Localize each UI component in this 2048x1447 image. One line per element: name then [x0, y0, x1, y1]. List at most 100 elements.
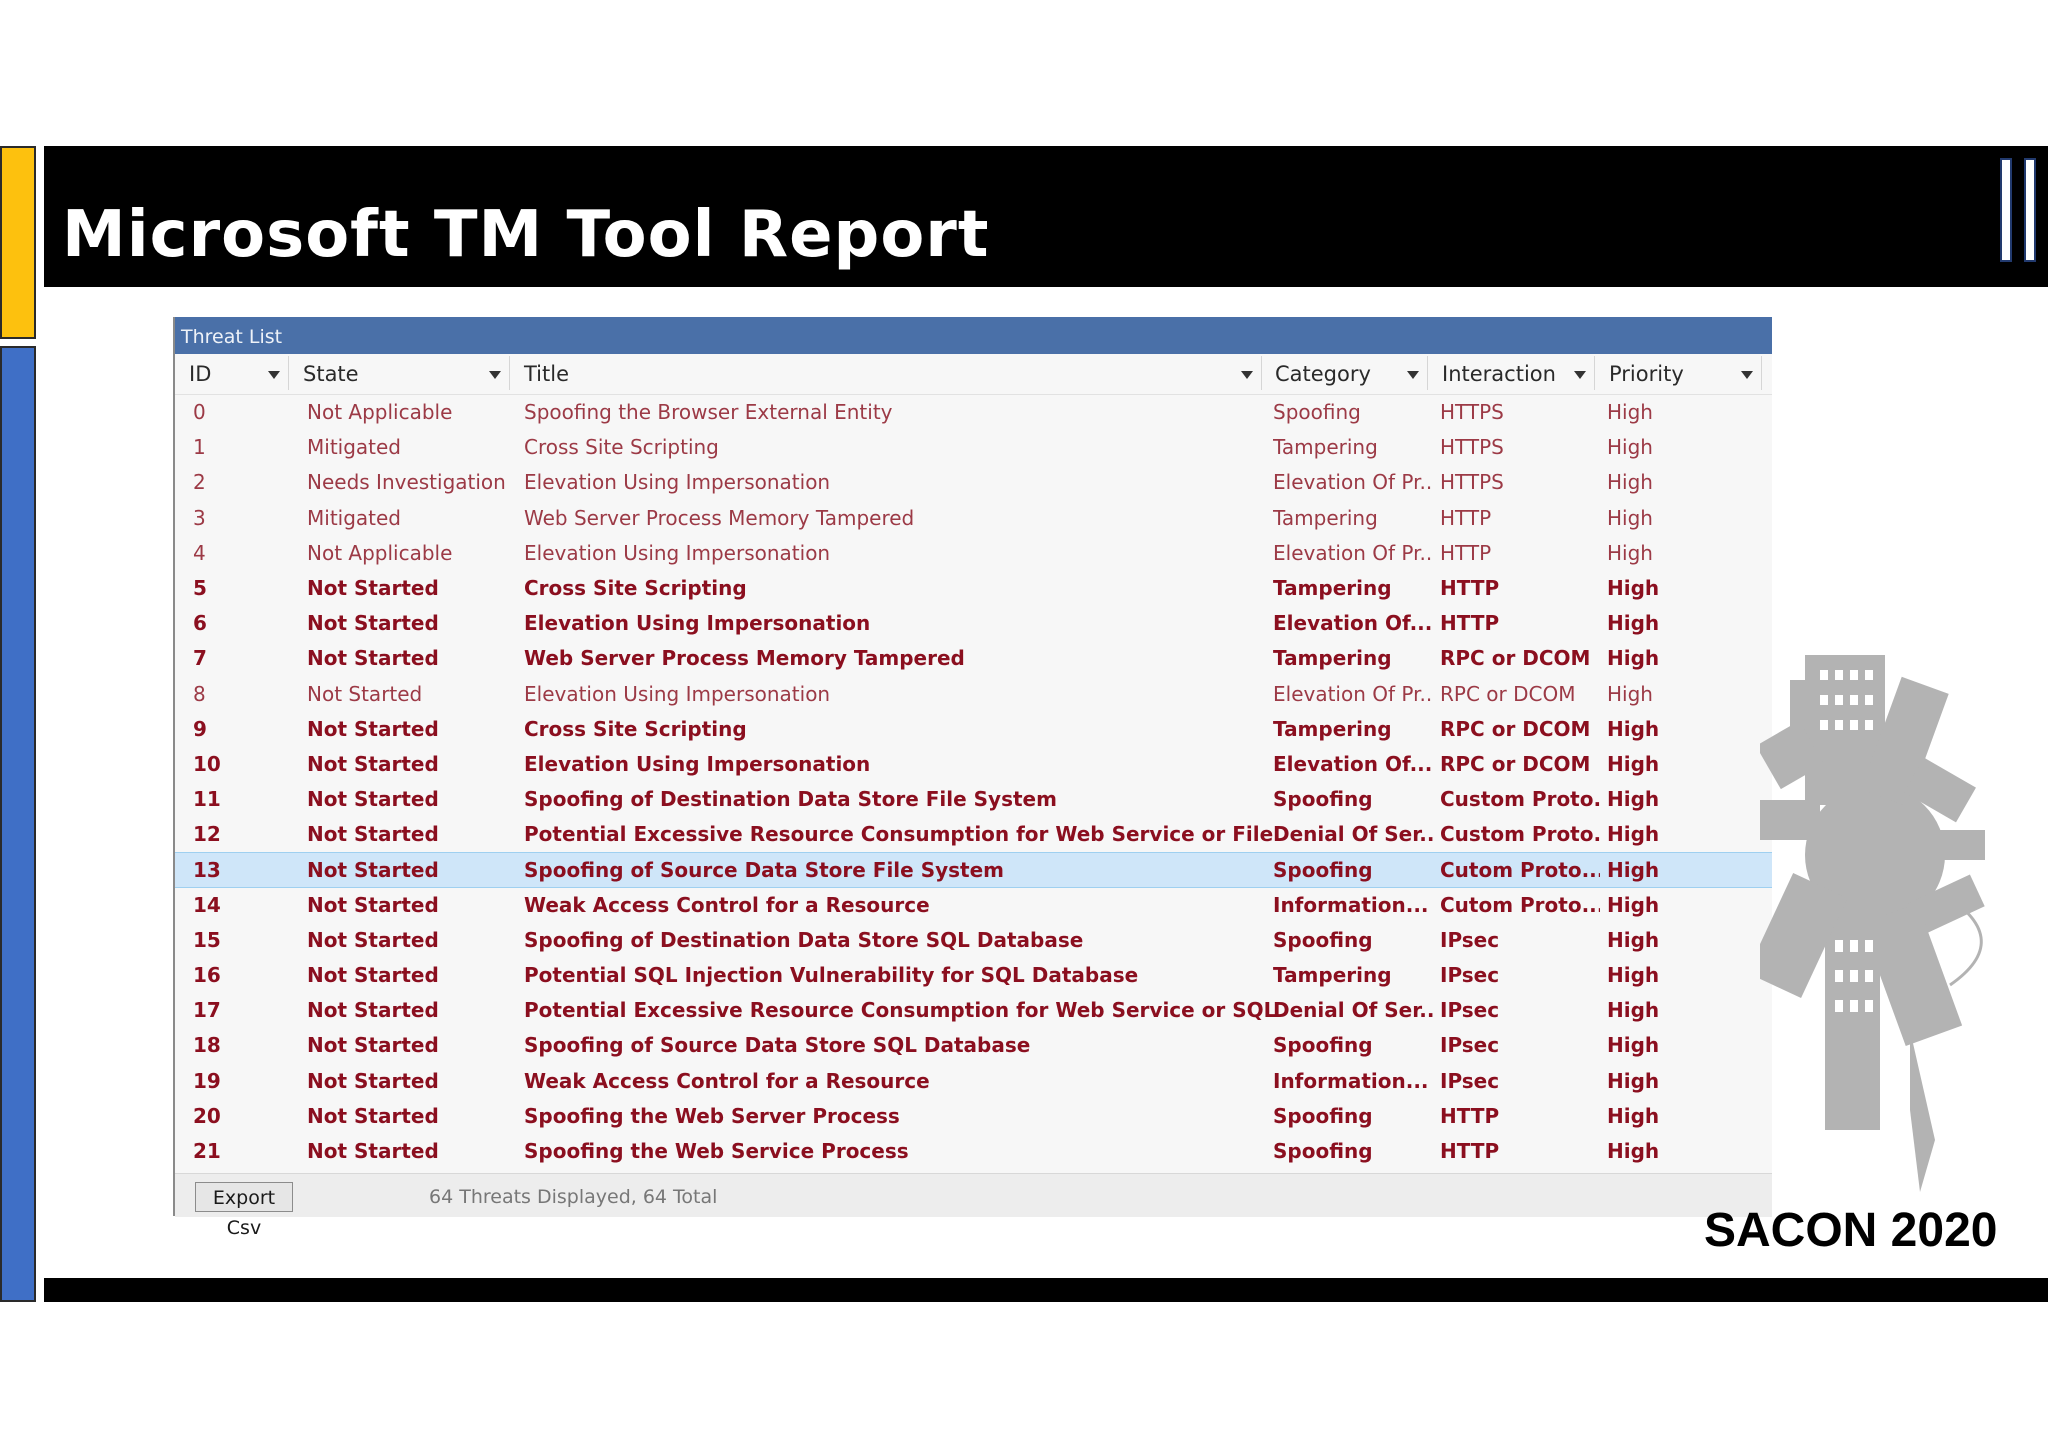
table-row[interactable]: 16 Not Started Potential SQL Injection Vul…: [175, 958, 1772, 993]
bottom-bar: [44, 1278, 2048, 1302]
row-id: 2: [193, 470, 206, 495]
row-title: Cross Site Scripting: [524, 435, 719, 460]
row-title: Weak Access Control for a Resource: [524, 892, 930, 917]
row-title: Spoofing of Destination Data Store SQL D…: [524, 927, 1084, 952]
row-id: 15: [193, 927, 221, 952]
table-row[interactable]: 5 Not Started Cross Site Scripting Tamperin…: [175, 571, 1772, 606]
row-id: 1: [193, 435, 206, 460]
table-row[interactable]: 1 Mitigated Cross Site Scripting Tampering H…: [175, 430, 1772, 465]
table-row[interactable]: 9 Not Started Cross Site Scripting Tamperin…: [175, 712, 1772, 747]
row-interaction: IPsec: [1440, 998, 1500, 1023]
row-id: 20: [193, 1103, 221, 1128]
row-interaction: HTTP: [1440, 575, 1500, 600]
table-row[interactable]: 15 Not Started Spoofing of Destination Dat…: [175, 923, 1772, 958]
row-id: 14: [193, 892, 221, 917]
row-priority: High: [1607, 716, 1660, 741]
row-category: Elevation Of...: [1273, 611, 1433, 636]
status-bar: Export Csv 64 Threats Displayed, 64 Tota…: [175, 1173, 1772, 1239]
row-priority: High: [1607, 858, 1660, 883]
table-row[interactable]: 4 Not Applicable Elevation Using Impersona…: [175, 536, 1772, 571]
row-title: Elevation Using Impersonation: [524, 681, 831, 706]
row-title: Elevation Using Impersonation: [524, 751, 871, 776]
row-id: 4: [193, 540, 206, 565]
row-category: Elevation Of Pr...: [1273, 681, 1433, 706]
table-row[interactable]: 7 Not Started Web Server Process Memory Ta…: [175, 641, 1772, 676]
slide-title: Microsoft TM Tool Report: [62, 198, 990, 272]
export-csv-button[interactable]: Export Csv: [195, 1182, 293, 1239]
row-priority: High: [1607, 435, 1653, 460]
dropdown-icon[interactable]: [1407, 371, 1419, 379]
table-row[interactable]: 8 Not Started Elevation Using Impersonatio…: [175, 677, 1772, 712]
row-state: Not Started: [307, 892, 439, 917]
table-row[interactable]: 11 Not Started Spoofing of Destination Dat…: [175, 782, 1772, 817]
row-category: Tampering: [1273, 716, 1392, 741]
row-state: Not Started: [307, 646, 439, 671]
window-title: Threat List: [175, 317, 1772, 354]
row-title: Elevation Using Impersonation: [524, 611, 871, 636]
table-row[interactable]: 20 Not Started Spoofing the Web Server Pro…: [175, 1099, 1772, 1134]
row-state: Not Started: [307, 575, 439, 600]
table-row[interactable]: 21 Not Started Spoofing the Web Service Pr…: [175, 1134, 1772, 1169]
table-row[interactable]: 3 Mitigated Web Server Process Memory Tamp…: [175, 501, 1772, 536]
row-id: 10: [193, 751, 221, 776]
dropdown-icon[interactable]: [489, 371, 501, 379]
table-row[interactable]: 6 Not Started Elevation Using Impersonatio…: [175, 606, 1772, 641]
column-header-interaction[interactable]: Interaction: [1432, 356, 1595, 390]
column-header-title[interactable]: Title: [514, 356, 1262, 390]
row-category: Elevation Of Pr...: [1273, 540, 1433, 565]
table-row[interactable]: 13 Not Started Spoofing of Source Data Sto…: [175, 852, 1772, 888]
table-row[interactable]: 0 Not Applicable Spoofing the Browser Exte…: [175, 395, 1772, 430]
row-priority: High: [1607, 1033, 1660, 1058]
column-header-state[interactable]: State: [293, 356, 510, 390]
row-priority: High: [1607, 681, 1653, 706]
row-interaction: Custom Proto...: [1440, 822, 1600, 847]
row-interaction: HTTP: [1440, 1103, 1500, 1128]
row-id: 13: [193, 858, 221, 883]
row-interaction: HTTP: [1440, 611, 1500, 636]
row-id: 11: [193, 787, 221, 812]
row-priority: High: [1607, 575, 1660, 600]
row-state: Not Started: [307, 716, 439, 741]
table-row[interactable]: 18 Not Started Spoofing of Source Data Sto…: [175, 1028, 1772, 1063]
dropdown-icon[interactable]: [1741, 371, 1753, 379]
row-title: Potential SQL Injection Vulnerability fo…: [524, 963, 1139, 987]
row-priority: High: [1607, 1138, 1660, 1163]
column-header-category[interactable]: Category: [1265, 356, 1428, 390]
row-state: Not Started: [307, 963, 439, 987]
row-priority: High: [1607, 751, 1660, 776]
row-priority: High: [1607, 927, 1660, 952]
dropdown-icon[interactable]: [268, 371, 280, 379]
table-row[interactable]: 10 Not Started Elevation Using Impersonati…: [175, 747, 1772, 782]
row-category: Spoofing: [1273, 1033, 1373, 1058]
dropdown-icon[interactable]: [1574, 371, 1586, 379]
row-category: Denial Of Ser...: [1273, 822, 1433, 847]
row-title: Spoofing the Web Service Process: [524, 1138, 909, 1163]
row-interaction: RPC or DCOM: [1440, 751, 1591, 776]
row-id: 19: [193, 1068, 221, 1093]
row-interaction: HTTP: [1440, 1138, 1500, 1163]
row-priority: High: [1607, 611, 1660, 636]
row-state: Not Started: [307, 751, 439, 776]
row-id: 3: [193, 505, 206, 530]
row-state: Not Applicable: [307, 400, 453, 424]
row-priority: High: [1607, 787, 1660, 812]
row-state: Not Started: [307, 1033, 439, 1058]
row-id: 0: [193, 400, 206, 424]
table-row[interactable]: 2 Needs Investigation Elevation Using Impe…: [175, 465, 1772, 500]
table-row[interactable]: 19 Not Started Weak Access Control for a R…: [175, 1064, 1772, 1099]
row-id: 17: [193, 998, 221, 1023]
row-interaction: HTTPS: [1440, 435, 1504, 460]
dropdown-icon[interactable]: [1241, 371, 1253, 379]
row-interaction: RPC or DCOM: [1440, 716, 1591, 741]
row-category: Tampering: [1273, 963, 1392, 987]
table-row[interactable]: 12 Not Started Potential Excessive Resourc…: [175, 817, 1772, 852]
column-header-priority[interactable]: Priority: [1599, 356, 1762, 390]
row-category: Spoofing: [1273, 858, 1373, 883]
table-row[interactable]: 17 Not Started Potential Excessive Resourc…: [175, 993, 1772, 1028]
row-title: Spoofing the Web Server Process: [524, 1103, 900, 1128]
column-header-id[interactable]: ID: [179, 356, 289, 390]
row-interaction: IPsec: [1440, 1068, 1500, 1093]
row-id: 5: [193, 575, 207, 600]
table-row[interactable]: 14 Not Started Weak Access Control for a R…: [175, 888, 1772, 923]
row-category: Spoofing: [1273, 400, 1361, 424]
